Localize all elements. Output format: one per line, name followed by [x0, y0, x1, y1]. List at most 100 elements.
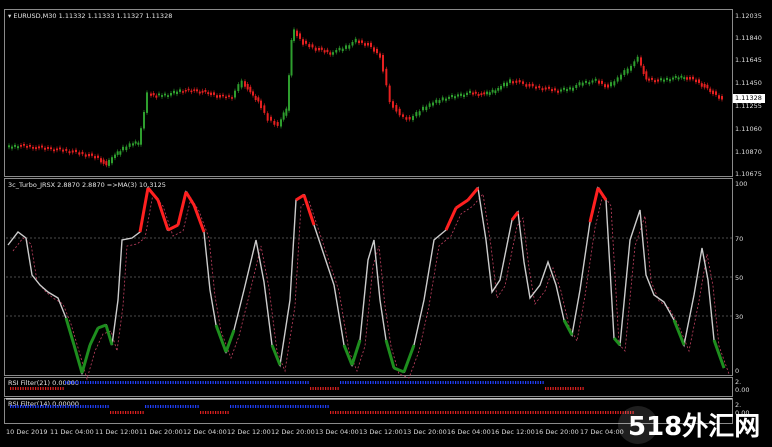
candle-body: [326, 49, 329, 53]
rsi14-bar: [430, 411, 432, 414]
rsi14-bar: [405, 411, 407, 414]
rsi14-bar: [267, 405, 269, 408]
rsi14-bar: [402, 411, 404, 414]
rsi21-bar: [50, 387, 52, 390]
rsi21-bar: [505, 381, 507, 384]
candle-body: [299, 33, 301, 39]
rsi14-bar: [567, 411, 569, 414]
candle-body: [657, 79, 659, 82]
rsi21-bar: [90, 381, 92, 384]
rsi21-bar: [452, 381, 454, 384]
rsi14-bar: [557, 411, 559, 414]
candle-body: [225, 96, 227, 99]
rsi21-bar: [232, 381, 234, 384]
rsi21-bar: [515, 381, 517, 384]
rsi21-bar: [235, 381, 237, 384]
rsi14-bar: [492, 411, 494, 414]
rsi14-bar: [470, 411, 472, 414]
candle-body: [721, 96, 723, 100]
candle-body: [329, 52, 332, 55]
rsi14-bar: [197, 405, 199, 408]
candle-body: [308, 44, 311, 48]
rsi14-bar: [297, 405, 299, 408]
rsi14-bar: [110, 411, 112, 414]
rsi21-bar: [55, 387, 57, 390]
candle-body: [486, 91, 488, 95]
candle-body: [544, 87, 547, 90]
rsi14-bar: [347, 411, 349, 414]
watermark-text: 518外汇网: [628, 412, 761, 442]
rsi14-bar: [207, 411, 209, 414]
candle-body: [569, 87, 571, 90]
rsi14-bar: [312, 405, 314, 408]
rsi14-bar: [612, 411, 614, 414]
candle-body: [234, 90, 236, 98]
candle-body: [491, 89, 494, 93]
rsi14-bar: [262, 405, 264, 408]
rsi14-bar: [145, 405, 147, 408]
rsi14-bar: [252, 405, 254, 408]
candle-body: [474, 91, 477, 94]
rsi14-bar: [540, 411, 542, 414]
rsi21-bar: [537, 381, 539, 384]
rsi14-bar: [292, 405, 294, 408]
rsi14-bar: [275, 405, 277, 408]
rsi14-bar: [617, 411, 619, 414]
rsi14-bar: [220, 411, 222, 414]
candle-body: [477, 94, 480, 96]
candle-body: [345, 45, 347, 49]
rsi21-bar: [492, 381, 494, 384]
rsi14-bar: [387, 411, 389, 414]
rsi21-bar: [512, 381, 514, 384]
oversold-segment: [80, 344, 92, 374]
candle-body: [50, 147, 52, 150]
overbought-segment: [444, 207, 458, 231]
rsi14-bar: [300, 405, 302, 408]
rsi14-bar: [457, 411, 459, 414]
rsi21-bar: [200, 381, 202, 384]
rsi21-bar: [490, 381, 492, 384]
rsi21-bar: [502, 381, 504, 384]
candle-body: [204, 90, 207, 92]
rsi21-bar: [580, 387, 582, 390]
candle-body: [140, 128, 142, 145]
rsi14-bar: [162, 405, 164, 408]
candle-body: [150, 93, 152, 96]
overbought-segment: [156, 199, 170, 231]
candle-body: [338, 47, 341, 51]
candle-body: [354, 38, 357, 43]
rsi21-bar: [315, 387, 317, 390]
rsi21-bar: [20, 387, 22, 390]
rsi14-bar: [175, 405, 177, 408]
overbought-segment: [146, 187, 160, 201]
overbought-segment: [302, 194, 316, 226]
rsi21-bar: [67, 381, 69, 384]
rsi21-bar: [362, 381, 364, 384]
rsi14-bar: [500, 411, 502, 414]
rsi14-bar: [420, 411, 422, 414]
candle-body: [554, 88, 556, 91]
rsi21-bar: [440, 381, 442, 384]
candle-body: [246, 84, 249, 90]
rsi21-bar: [152, 381, 154, 384]
rsi14-bar: [452, 411, 454, 414]
rsi21-bar: [122, 381, 124, 384]
candle-body: [541, 88, 544, 91]
oversold-segment: [270, 344, 282, 366]
time-tick: 12 Dec 12:00: [227, 428, 271, 436]
rsi21-bar: [147, 381, 149, 384]
candle-body: [503, 82, 505, 87]
rsi14-bar: [10, 405, 12, 408]
rsi21-bar: [295, 381, 297, 384]
rsi21-bar: [87, 381, 89, 384]
rsi21-bar: [250, 381, 252, 384]
candle-body: [651, 77, 653, 80]
candle-body: [222, 94, 224, 97]
candle-body: [445, 98, 447, 101]
rsi14-bar: [472, 411, 474, 414]
candle-body: [184, 90, 187, 92]
candle-body: [207, 92, 210, 95]
rsi21-bar: [215, 381, 217, 384]
oversold-segment: [384, 339, 396, 369]
rsi14-bar: [575, 411, 577, 414]
